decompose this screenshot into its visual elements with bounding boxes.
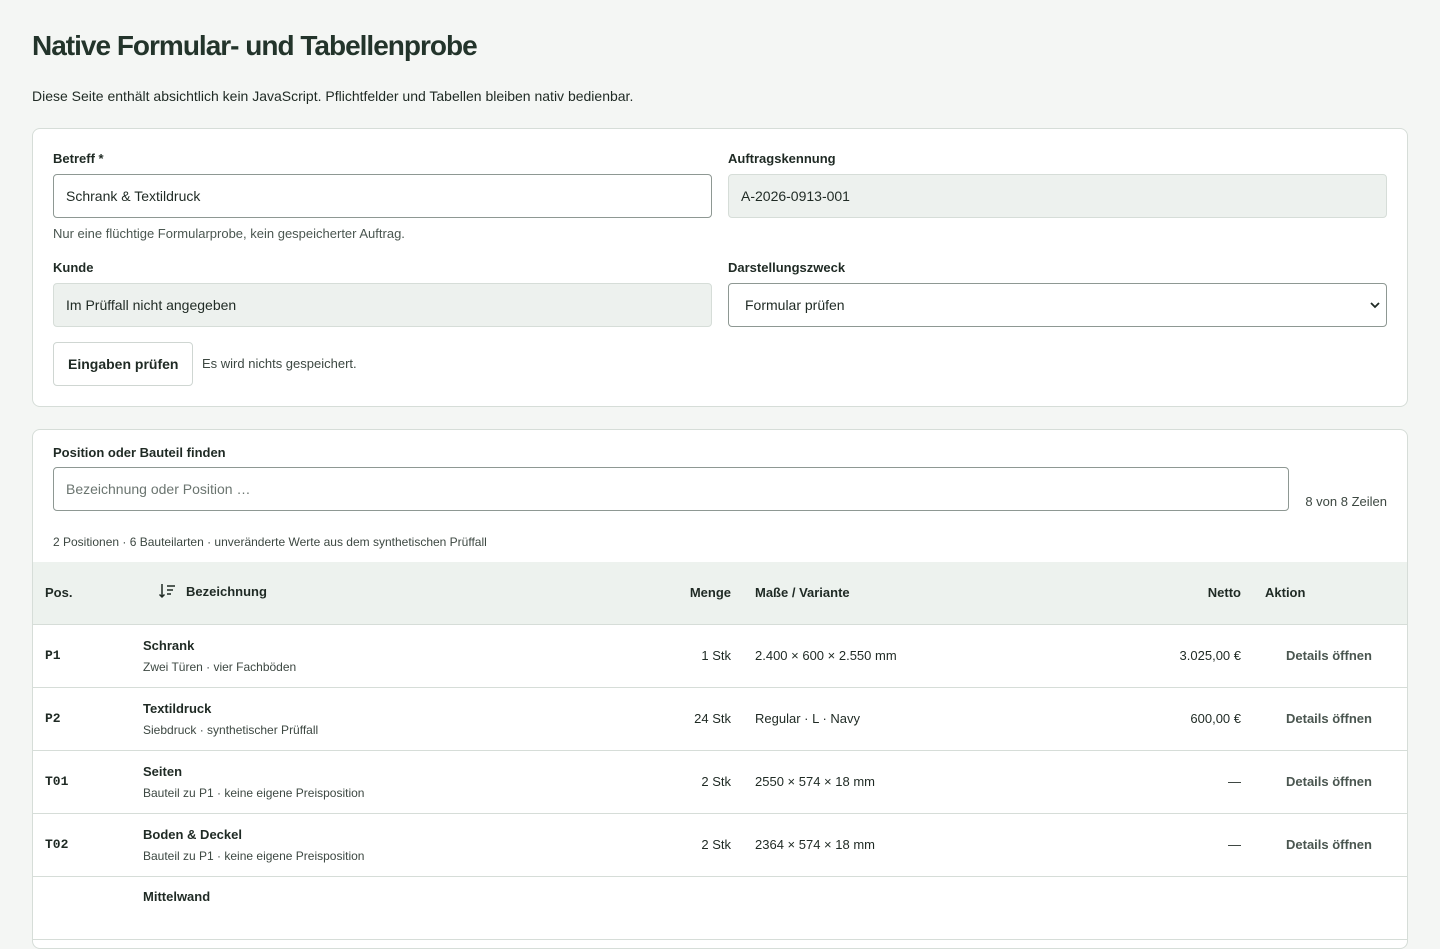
submit-note: Es wird nichts gespeichert. (202, 356, 357, 371)
col-name[interactable]: Bezeichnung (131, 562, 663, 625)
details-open-button[interactable] (1253, 876, 1407, 939)
zweck-field: Darstellungszweck Formular prüfen (728, 260, 1387, 327)
row-name-cell: Seiten Bauteil zu P1 · keine eigene Prei… (131, 750, 663, 813)
row-name-cell: Boden & Deckel Bauteil zu P1 · keine eig… (131, 813, 663, 876)
col-action: Aktion (1253, 562, 1407, 625)
table-row: P2 Textildruck Siebdruck · synthetischer… (33, 687, 1407, 750)
col-pos: Pos. (33, 562, 131, 625)
col-net: Netto (1083, 562, 1253, 625)
col-dims: Maße / Variante (743, 562, 1083, 625)
zweck-label: Darstellungszweck (728, 260, 846, 275)
search-label: Position oder Bauteil finden (53, 445, 226, 460)
row-qty: 1 Stk (701, 648, 731, 663)
zweck-select[interactable]: Formular prüfen (728, 283, 1387, 327)
row-pos: P1 (45, 648, 61, 663)
row-pos: T01 (45, 774, 69, 789)
row-dims: Regular · L · Navy (755, 711, 860, 726)
row-dims: 2364 × 574 × 18 mm (755, 837, 875, 852)
auftrag-label: Auftragskennung (728, 151, 836, 166)
col-name-label: Bezeichnung (186, 583, 267, 599)
details-open-button[interactable]: Details öffnen (1253, 750, 1407, 813)
row-pos: P2 (45, 711, 61, 726)
table-row: Mittelwand (33, 876, 1407, 939)
row-dims: 2550 × 574 × 18 mm (755, 774, 875, 789)
details-open-button[interactable]: Details öffnen (1253, 687, 1407, 750)
kunde-field: Kunde Im Prüffall nicht angegeben (53, 260, 712, 327)
row-net: — (1228, 837, 1241, 852)
row-sub: Bauteil zu P1 · keine eigene Preispositi… (143, 848, 365, 863)
eingaben-pruefen-button[interactable]: Eingaben prüfen (53, 342, 194, 386)
details-open-button[interactable]: Details öffnen (1253, 813, 1407, 876)
betreff-input[interactable]: Schrank & Textildruck (53, 174, 712, 218)
row-name-cell: Textildruck Siebdruck · synthetischer Pr… (131, 687, 663, 750)
row-name: Schrank (143, 637, 195, 653)
row-count: 8 von 8 Zeilen (1305, 494, 1387, 509)
page-intro: Diese Seite enthält absichtlich kein Jav… (32, 88, 634, 104)
row-name-cell: Mittelwand (131, 876, 663, 939)
row-pos (33, 876, 131, 939)
table-header-row: Pos. Bezeichnung Menge Maße / Variante N… (33, 562, 1407, 625)
table-summary: 2 Positionen · 6 Bauteilarten · unveränd… (53, 535, 487, 549)
positions-section: Position oder Bauteil finden Bezeichnung… (32, 429, 1408, 949)
row-net: 600,00 € (1190, 711, 1241, 726)
table-row: T01 Seiten Bauteil zu P1 · keine eigene … (33, 750, 1407, 813)
row-pos: T02 (45, 837, 69, 852)
betreff-hint: Nur eine flüchtige Formularprobe, kein g… (53, 226, 405, 241)
search-input[interactable]: Bezeichnung oder Position … (53, 467, 1289, 511)
col-qty: Menge (663, 562, 743, 625)
auftrag-field: Auftragskennung A-2026-0913-001 (728, 151, 1387, 218)
row-name: Textildruck (143, 700, 212, 716)
sort-descending-icon[interactable] (158, 582, 176, 600)
positions-table: Pos. Bezeichnung Menge Maße / Variante N… (33, 562, 1407, 940)
row-dims (743, 876, 1083, 939)
auftrag-input: A-2026-0913-001 (728, 174, 1387, 218)
row-qty: 2 Stk (701, 837, 731, 852)
row-name: Seiten (143, 763, 183, 779)
row-qty: 2 Stk (701, 774, 731, 789)
row-net (1083, 876, 1253, 939)
kunde-label: Kunde (53, 260, 94, 275)
order-form: Betreff * Schrank & Textildruck Nur eine… (32, 128, 1408, 407)
row-dims: 2.400 × 600 × 2.550 mm (755, 648, 897, 663)
page-title: Native Formular- und Tabellenprobe (32, 30, 478, 61)
table-row: T02 Boden & Deckel Bauteil zu P1 · keine… (33, 813, 1407, 876)
betreff-field: Betreff * Schrank & Textildruck Nur eine… (53, 151, 712, 241)
row-qty (663, 876, 743, 939)
row-sub: Zwei Türen · vier Fachböden (143, 659, 297, 674)
row-qty: 24 Stk (694, 711, 731, 726)
row-net: — (1228, 774, 1241, 789)
row-name: Boden & Deckel (143, 826, 242, 842)
row-sub: Siebdruck · synthetischer Prüffall (143, 722, 319, 737)
row-net: 3.025,00 € (1179, 648, 1241, 663)
row-name-cell: Schrank Zwei Türen · vier Fachböden (131, 624, 663, 687)
row-name: Mittelwand (143, 888, 211, 904)
chevron-down-icon (1370, 298, 1380, 312)
betreff-label: Betreff * (53, 151, 104, 166)
table-row: P1 Schrank Zwei Türen · vier Fachböden 1… (33, 624, 1407, 687)
row-sub: Bauteil zu P1 · keine eigene Preispositi… (143, 785, 365, 800)
zweck-select-value: Formular prüfen (745, 297, 845, 313)
details-open-button[interactable]: Details öffnen (1253, 624, 1407, 687)
kunde-input: Im Prüffall nicht angegeben (53, 283, 712, 327)
